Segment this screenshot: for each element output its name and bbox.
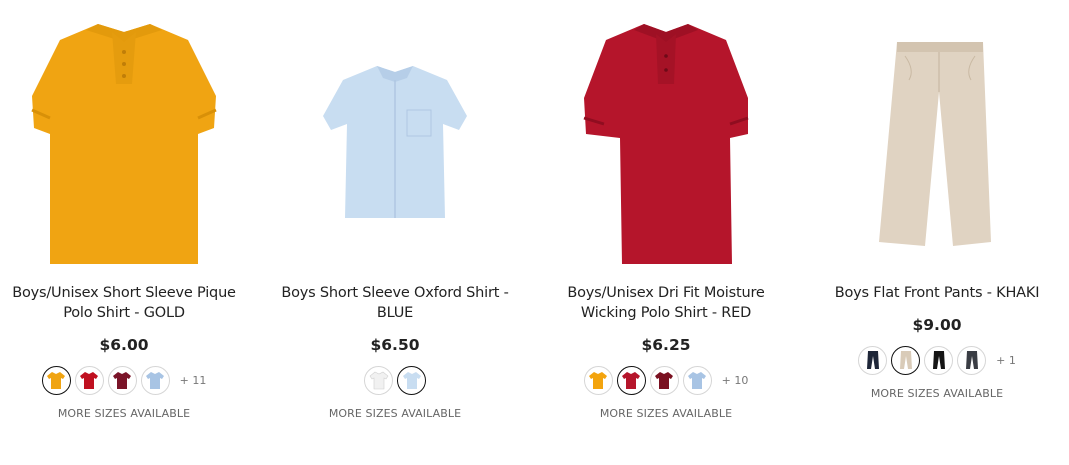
product-card[interactable]: Boys Flat Front Pants - KHAKI $9.00 + 1 … [815,0,1059,400]
more-sizes-text: MORE SIZES AVAILABLE [328,407,462,420]
product-card[interactable]: Boys/Unisex Dri Fit Moisture Wicking Pol… [544,0,788,420]
product-card[interactable]: Boys Short Sleeve Oxford Shirt - BLUE $6… [273,0,517,420]
polo-shirt-icon [47,372,66,389]
more-sizes-text: MORE SIZES AVAILABLE [57,407,191,420]
product-image[interactable] [2,0,246,272]
more-sizes-text: MORE SIZES AVAILABLE [870,387,1004,400]
product-title[interactable]: Boys Flat Front Pants - KHAKI [821,283,1053,303]
product-price: $9.00 [912,316,962,334]
pants-icon [965,351,978,369]
product-price: $6.25 [641,336,691,354]
product-title[interactable]: Boys/Unisex Short Sleeve Pique Polo Shir… [8,283,240,323]
color-swatch-blue[interactable] [397,365,426,395]
color-swatches [273,364,517,396]
product-price: $6.00 [99,336,149,354]
color-swatch-gold[interactable] [583,365,613,395]
more-sizes-text: MORE SIZES AVAILABLE [599,407,733,420]
color-swatch-light-blue[interactable] [682,365,712,395]
color-swatches: + 1 [815,344,1059,376]
product-image[interactable] [273,0,517,272]
pants-icon [932,351,945,369]
product-title[interactable]: Boys Short Sleeve Oxford Shirt - BLUE [279,283,511,323]
polo-shirt-icon [80,372,99,389]
polo-shirt-icon [113,372,132,389]
color-swatch-maroon[interactable] [107,365,137,395]
color-swatch-maroon[interactable] [649,365,679,395]
pants-icon [899,351,912,369]
polo-shirt-icon [688,372,707,389]
more-colors-count[interactable]: + 10 [722,374,749,387]
color-swatches: + 11 [2,364,246,396]
more-colors-count[interactable]: + 11 [180,374,207,387]
oxford-shirt-icon [369,371,388,390]
color-swatch-navy[interactable] [858,345,888,375]
more-colors-count[interactable]: + 1 [996,354,1016,367]
polo-shirt-icon [146,372,165,389]
color-swatch-khaki[interactable] [891,345,921,375]
pants-icon [866,351,879,369]
polo-shirt-red-image [583,24,749,264]
product-title[interactable]: Boys/Unisex Dri Fit Moisture Wicking Pol… [550,283,782,323]
color-swatch-red[interactable] [74,365,104,395]
product-price: $6.50 [370,336,420,354]
pants-khaki-image [879,42,991,246]
color-swatch-white[interactable] [364,365,393,395]
product-image[interactable] [544,0,788,272]
polo-shirt-gold-image [31,24,217,264]
oxford-shirt-icon [402,372,421,389]
color-swatch-charcoal[interactable] [957,345,987,375]
color-swatch-gold[interactable] [41,365,71,395]
polo-shirt-icon [622,372,641,389]
color-swatches: + 10 [544,364,788,396]
color-swatch-light-blue[interactable] [140,365,170,395]
polo-shirt-icon [589,372,608,389]
product-image[interactable] [815,0,1059,272]
color-swatch-red[interactable] [616,365,646,395]
color-swatch-black[interactable] [924,345,954,375]
oxford-shirt-blue-image [323,66,467,218]
product-card[interactable]: Boys/Unisex Short Sleeve Pique Polo Shir… [2,0,246,420]
polo-shirt-icon [655,372,674,389]
